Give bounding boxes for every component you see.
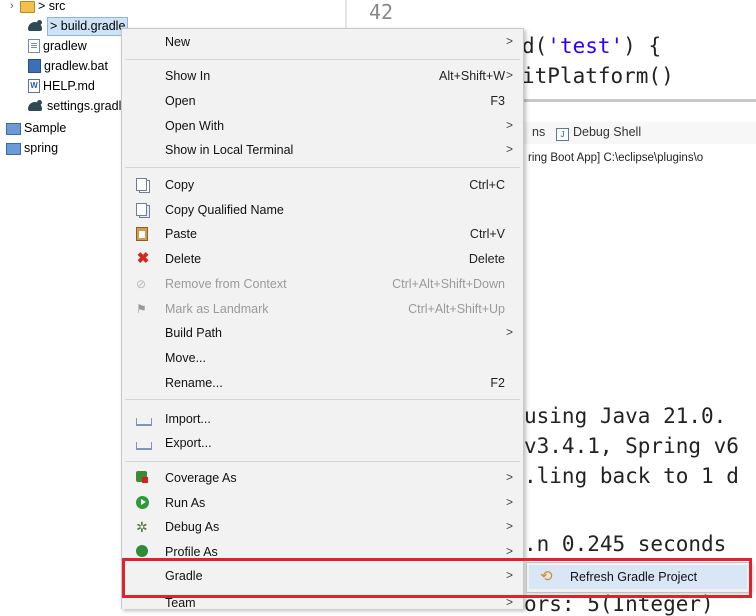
menu-item-move[interactable]: Move...	[122, 346, 523, 370]
import-icon	[136, 418, 152, 426]
menu-item-coverage-as[interactable]: Coverage As >	[122, 466, 523, 490]
copy-icon	[136, 178, 147, 191]
expand-icon[interactable]: ›	[10, 0, 20, 16]
context-menu: New > Show In Alt+Shift+W > Open F3 Open…	[121, 28, 524, 610]
landmark-icon: ⚑	[136, 302, 147, 316]
menu-item-copy[interactable]: Copy Ctrl+C	[122, 173, 523, 197]
tree-item-help-md[interactable]: W HELP.md	[28, 76, 95, 96]
menu-item-open-with[interactable]: Open With >	[122, 114, 523, 138]
profile-icon	[136, 545, 148, 557]
submenu-arrow-icon: >	[505, 495, 513, 509]
submenu-arrow-icon: >	[505, 544, 513, 558]
gradle-icon	[28, 19, 44, 33]
paste-icon	[136, 227, 148, 241]
project-folder-icon	[6, 143, 21, 155]
menu-item-debug-as[interactable]: ✲ Debug As >	[122, 515, 523, 539]
batch-file-icon	[28, 59, 41, 73]
console-line: using Java 21.0.	[524, 404, 727, 428]
menu-item-copy-qualified-name[interactable]: Copy Qualified Name	[122, 198, 523, 222]
debug-icon: ✲	[136, 519, 148, 535]
project-explorer: › > src > build.gradle gradlew gradlew.b…	[0, 0, 129, 608]
run-icon	[136, 496, 149, 509]
markdown-file-icon: W	[28, 79, 40, 93]
menu-item-build-path[interactable]: Build Path >	[122, 321, 523, 345]
menu-item-mark-as-landmark: ⚑ Mark as Landmark Ctrl+Alt+Shift+Up	[136, 302, 505, 316]
file-icon	[28, 39, 40, 53]
menu-separator	[125, 461, 520, 462]
menu-item-rename[interactable]: Rename... F2	[122, 371, 523, 395]
menu-item-export[interactable]: Export...	[122, 431, 523, 455]
console-line: v3.4.1, Spring v6	[524, 434, 739, 458]
tab-partial[interactable]: ns	[532, 125, 545, 139]
coverage-icon	[136, 471, 148, 483]
menu-item-open[interactable]: Open F3	[122, 89, 523, 113]
view-divider	[520, 99, 756, 102]
debug-shell-icon: J	[556, 128, 569, 141]
menu-item-paste[interactable]: Paste Ctrl+V	[122, 222, 523, 246]
menu-item-import[interactable]: Import...	[122, 407, 523, 431]
line-number: 42	[369, 0, 394, 24]
submenu-arrow-icon: >	[505, 325, 513, 339]
menu-item-delete[interactable]: ✖ Delete Delete	[122, 247, 523, 271]
console-line: .ling back to 1 d	[524, 464, 739, 488]
export-icon	[136, 442, 152, 450]
submenu-arrow-icon: >	[505, 68, 513, 82]
tree-item-spring[interactable]: spring	[6, 138, 58, 158]
package-folder-icon	[20, 1, 35, 13]
submenu-arrow-icon: >	[505, 34, 513, 48]
gradle-icon	[28, 99, 44, 113]
menu-item-remove-from-context: ⊘ Remove from Context Ctrl+Alt+Shift+Dow…	[136, 277, 505, 291]
submenu-arrow-icon: >	[505, 118, 513, 132]
tree-item-sample[interactable]: Sample	[6, 118, 66, 138]
menu-item-show-in[interactable]: Show In Alt+Shift+W >	[122, 64, 523, 88]
code-line[interactable]: d('test') {	[522, 34, 661, 58]
submenu-arrow-icon: >	[505, 519, 513, 533]
menu-separator	[125, 59, 520, 60]
remove-context-icon: ⊘	[136, 277, 147, 291]
submenu-arrow-icon: >	[505, 470, 513, 484]
tab-debug-shell[interactable]: J Debug Shell	[556, 125, 641, 141]
tree-item-gradlew[interactable]: gradlew	[28, 36, 87, 56]
menu-item-new[interactable]: New >	[122, 30, 523, 54]
views-tab-bar: ns J Debug Shell	[520, 122, 756, 144]
code-line[interactable]: itPlatform()	[522, 64, 674, 88]
menu-item-show-in-local-terminal[interactable]: Show in Local Terminal >	[122, 138, 523, 162]
tree-item-gradlew-bat[interactable]: gradlew.bat	[28, 56, 108, 76]
tree-item-settings-gradle[interactable]: settings.gradle	[28, 96, 128, 116]
tree-item-src[interactable]: › > src	[10, 0, 65, 16]
copy-qualified-name-icon	[136, 203, 147, 216]
highlight-annotation	[122, 558, 752, 598]
console-line: .n 0.245 seconds	[524, 532, 727, 556]
tree-item-build-gradle[interactable]: > build.gradle	[28, 16, 129, 36]
project-folder-icon	[6, 123, 21, 135]
menu-item-run-as[interactable]: Run As >	[122, 491, 523, 515]
submenu-arrow-icon: >	[505, 142, 513, 156]
menu-separator	[125, 167, 520, 168]
delete-icon: ✖	[136, 250, 150, 267]
menu-separator	[125, 399, 520, 400]
console-header: ring Boot App] C:\eclipse\plugins\o	[528, 152, 704, 164]
